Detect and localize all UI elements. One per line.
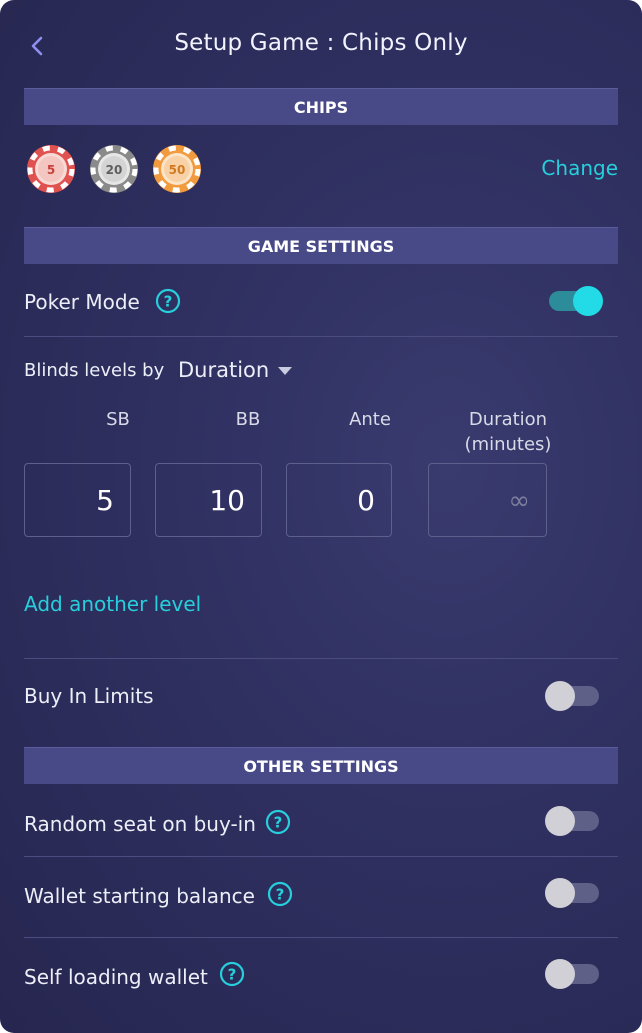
chip-5-label: 5 (47, 163, 55, 177)
divider (24, 658, 618, 659)
svg-text:?: ? (228, 966, 237, 984)
duration-column-header: Duration (468, 409, 548, 430)
chip-20-icon: 20 (90, 145, 138, 193)
self-loading-wallet-help-icon[interactable]: ? (219, 961, 245, 987)
random-seat-help-icon[interactable]: ? (265, 809, 291, 835)
buy-in-limits-label: Buy In Limits (24, 684, 154, 708)
self-loading-wallet-label: Self loading wallet (24, 965, 208, 989)
bb-column-header: BB (235, 409, 261, 430)
ante-column-header: Ante (349, 409, 391, 430)
buy-in-limits-toggle[interactable] (543, 679, 601, 713)
caret-down-icon[interactable] (278, 367, 292, 375)
duration-input[interactable]: ∞ (428, 463, 547, 537)
poker-mode-help-icon[interactable]: ? (155, 288, 181, 314)
chip-50-label: 50 (169, 163, 186, 177)
chip-50-icon: 50 (153, 145, 201, 193)
duration-unit-header: (minutes) (464, 434, 552, 455)
wallet-balance-help-icon[interactable]: ? (267, 881, 293, 907)
change-chips-button[interactable]: Change (541, 156, 618, 180)
svg-text:?: ? (276, 886, 285, 904)
divider (24, 856, 618, 857)
setup-game-panel: Setup Game : Chips Only CHIPS 5 20 50 Ch… (0, 0, 642, 1033)
wallet-balance-label: Wallet starting balance (24, 884, 255, 908)
bb-input[interactable]: 10 (155, 463, 262, 537)
page-title: Setup Game : Chips Only (174, 30, 468, 56)
random-seat-label: Random seat on buy-in (24, 812, 256, 836)
divider (24, 336, 618, 337)
wallet-balance-toggle[interactable] (543, 876, 601, 910)
chip-20-label: 20 (106, 163, 123, 177)
chip-5-icon: 5 (27, 145, 75, 193)
other-settings-section-header: OTHER SETTINGS (24, 747, 618, 784)
ante-input[interactable]: 0 (286, 463, 392, 537)
sb-column-header: SB (106, 409, 130, 430)
svg-text:?: ? (274, 814, 283, 832)
blinds-levels-label: Blinds levels by (24, 360, 165, 381)
svg-text:?: ? (164, 293, 173, 311)
divider (24, 937, 618, 938)
self-loading-wallet-toggle[interactable] (543, 957, 601, 991)
add-level-button[interactable]: Add another level (24, 592, 201, 616)
random-seat-toggle[interactable] (543, 804, 601, 838)
blinds-mode-dropdown[interactable]: Duration (178, 358, 269, 382)
sb-input[interactable]: 5 (24, 463, 131, 537)
poker-mode-label: Poker Mode (24, 290, 140, 314)
game-settings-section-header: GAME SETTINGS (24, 227, 618, 264)
poker-mode-toggle[interactable] (548, 284, 606, 318)
blinds-mode-value: Duration (178, 358, 270, 382)
chips-section-header: CHIPS (24, 88, 618, 125)
